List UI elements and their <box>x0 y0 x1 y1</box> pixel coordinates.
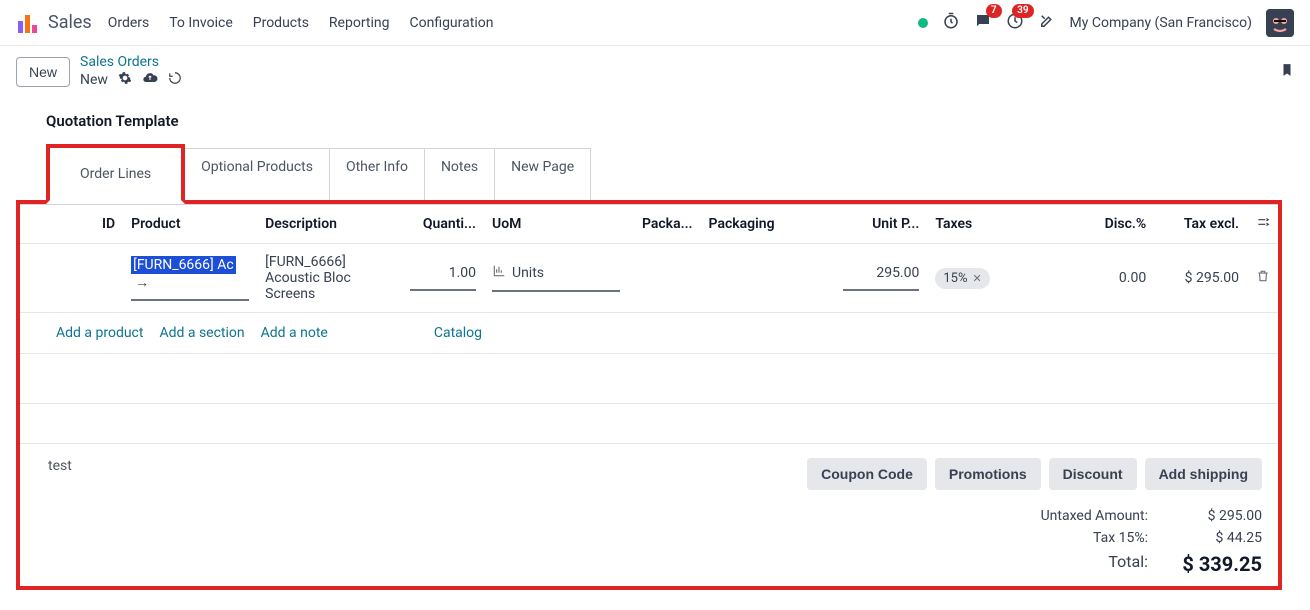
nav-menu: Orders To Invoice Products Reporting Con… <box>108 15 494 31</box>
terms-note[interactable]: test <box>48 458 807 474</box>
tax-label: Tax 15%: <box>1041 530 1148 546</box>
cloud-upload-icon[interactable] <box>142 70 158 90</box>
forecast-icon[interactable] <box>492 264 506 282</box>
cell-discount[interactable]: 0.00 <box>1072 244 1154 313</box>
bookmark-icon[interactable] <box>1280 62 1294 82</box>
add-shipping-button[interactable]: Add shipping <box>1145 458 1262 490</box>
col-id[interactable]: ID <box>20 205 123 244</box>
company-switcher[interactable]: My Company (San Francisco) <box>1070 15 1252 31</box>
app-logo-icon <box>16 11 40 35</box>
coupon-code-button[interactable]: Coupon Code <box>807 458 927 490</box>
columns-adjust-icon[interactable] <box>1256 217 1270 233</box>
breadcrumb-parent[interactable]: Sales Orders <box>80 54 182 70</box>
open-record-icon[interactable]: → <box>135 275 149 291</box>
discard-icon[interactable] <box>168 71 182 89</box>
gear-icon[interactable] <box>118 71 132 89</box>
breadcrumb-current: New <box>80 72 108 88</box>
tab-order-lines[interactable]: Order Lines <box>46 144 185 204</box>
untaxed-label: Untaxed Amount: <box>1041 508 1148 524</box>
add-section-link[interactable]: Add a section <box>159 325 244 341</box>
tax-value: $ 44.25 <box>1172 530 1262 546</box>
total-label: Total: <box>1041 552 1148 576</box>
col-unit-price[interactable]: Unit P... <box>835 205 928 244</box>
delete-row-icon[interactable] <box>1256 271 1270 287</box>
tab-new-page[interactable]: New Page <box>494 148 591 200</box>
col-packa[interactable]: Packa... <box>628 205 700 244</box>
cell-tax-excl: $ 295.00 <box>1154 244 1247 313</box>
user-avatar[interactable] <box>1266 9 1294 37</box>
nav-to-invoice[interactable]: To Invoice <box>169 15 233 31</box>
unit-price-input[interactable]: 295.00 <box>843 265 920 291</box>
cell-description[interactable]: [FURN_6666] Acoustic Bloc Screens <box>257 244 401 313</box>
add-product-link[interactable]: Add a product <box>56 325 143 341</box>
tab-other-info[interactable]: Other Info <box>329 148 425 200</box>
product-input[interactable]: [FURN_6666] Ac → <box>131 256 249 301</box>
new-button[interactable]: New <box>16 57 70 87</box>
messages-icon[interactable]: 7 <box>974 12 992 34</box>
activities-badge: 39 <box>1012 4 1033 18</box>
discount-button[interactable]: Discount <box>1049 458 1137 490</box>
nav-reporting[interactable]: Reporting <box>329 15 390 31</box>
col-disc[interactable]: Disc.% <box>1072 205 1154 244</box>
tax-tag[interactable]: 15% ✕ <box>935 268 989 289</box>
col-packaging[interactable]: Packaging <box>701 205 835 244</box>
quantity-input[interactable]: 1.00 <box>410 265 476 291</box>
remove-tax-icon[interactable]: ✕ <box>973 272 982 285</box>
tools-icon[interactable] <box>1038 12 1056 34</box>
add-note-link[interactable]: Add a note <box>261 325 328 341</box>
catalog-link[interactable]: Catalog <box>434 325 482 341</box>
nav-configuration[interactable]: Configuration <box>409 15 493 31</box>
total-value: $ 339.25 <box>1172 552 1262 576</box>
tab-notes[interactable]: Notes <box>424 148 495 200</box>
col-description[interactable]: Description <box>257 205 401 244</box>
app-name[interactable]: Sales <box>48 12 92 33</box>
tab-optional-products[interactable]: Optional Products <box>184 148 330 200</box>
col-quantity[interactable]: Quanti... <box>402 205 484 244</box>
control-bar: New Sales Orders New <box>0 46 1310 100</box>
highlighted-region: ID Product Description Quanti... UoM Pac… <box>16 200 1282 590</box>
table-row[interactable]: [FURN_6666] Ac → [FURN_6666] Acoustic Bl… <box>20 244 1278 313</box>
col-taxes[interactable]: Taxes <box>927 205 1071 244</box>
status-dot-icon <box>918 18 928 28</box>
col-tax-excl[interactable]: Tax excl. <box>1154 205 1247 244</box>
col-product[interactable]: Product <box>123 205 257 244</box>
order-lines-table: ID Product Description Quanti... UoM Pac… <box>20 205 1278 444</box>
timer-icon[interactable] <box>942 12 960 34</box>
top-nav: Sales Orders To Invoice Products Reporti… <box>0 0 1310 46</box>
col-uom[interactable]: UoM <box>484 205 628 244</box>
nav-orders[interactable]: Orders <box>108 15 150 31</box>
messages-badge: 7 <box>986 4 1002 18</box>
section-title: Quotation Template <box>16 100 1282 148</box>
activities-icon[interactable]: 39 <box>1006 12 1024 34</box>
untaxed-value: $ 295.00 <box>1172 508 1262 524</box>
nav-products[interactable]: Products <box>253 15 309 31</box>
uom-input[interactable]: Units <box>492 264 620 292</box>
promotions-button[interactable]: Promotions <box>935 458 1041 490</box>
